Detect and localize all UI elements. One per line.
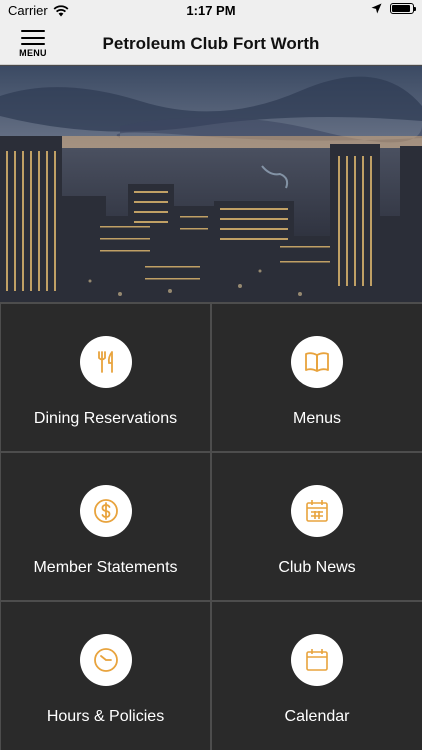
calendar-grid-icon: [291, 485, 343, 537]
tile-label: Member Statements: [33, 559, 178, 576]
tile-menus[interactable]: Menus: [212, 304, 422, 451]
tile-hours-policies[interactable]: Hours & Policies: [1, 602, 210, 750]
tile-label: Calendar: [284, 708, 350, 725]
tile-member-statements[interactable]: Member Statements: [1, 453, 210, 600]
hero-image: [0, 66, 422, 302]
status-time: 1:17 PM: [186, 3, 236, 18]
battery-icon: [390, 3, 416, 14]
status-bar: Carrier 1:17 PM: [0, 0, 422, 22]
clock-icon: [79, 634, 132, 686]
tile-label: Hours & Policies: [46, 708, 165, 725]
battery-level: [392, 5, 410, 12]
tile-label: Dining Reservations: [33, 410, 178, 427]
tile-label: Club News: [278, 559, 356, 576]
tile-label: Menus: [292, 410, 342, 427]
location-arrow-icon: [371, 3, 382, 14]
status-right-group: [371, 3, 416, 14]
menu-grid: Dining Reservations Menus Member Stateme…: [0, 302, 422, 750]
tile-club-news[interactable]: Club News: [212, 453, 422, 600]
page-title: Petroleum Club Fort Worth: [102, 34, 320, 53]
tile-calendar[interactable]: Calendar: [212, 602, 422, 750]
navigation-bar: MENU Petroleum Club Fort Worth: [0, 22, 422, 65]
calendar-icon: [291, 634, 343, 686]
book-open-icon: [291, 336, 343, 388]
utensils-icon: [79, 336, 132, 388]
tile-dining-reservations[interactable]: Dining Reservations: [1, 304, 210, 451]
dollar-icon: [79, 485, 132, 537]
